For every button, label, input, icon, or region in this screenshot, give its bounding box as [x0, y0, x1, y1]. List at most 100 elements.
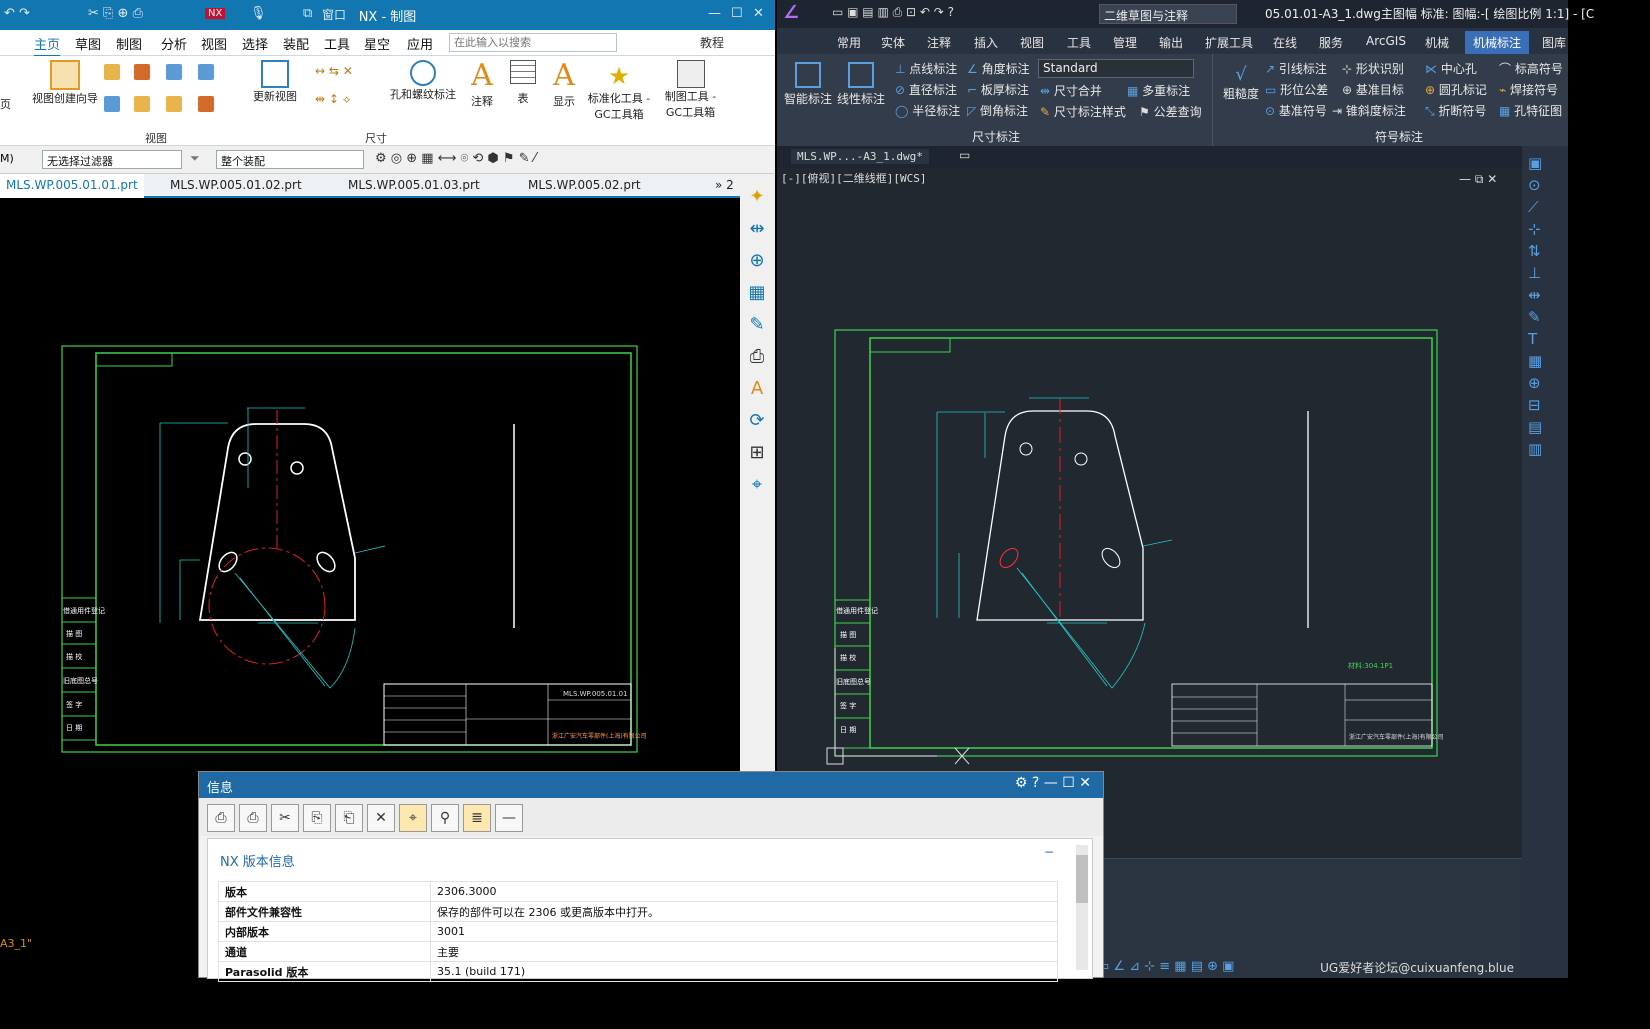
dimension-tools-grid[interactable]: ↔ ⇆ ✕ ⇹ ↕ ⟡: [315, 64, 385, 120]
print-icon[interactable]: ⎙: [239, 804, 267, 832]
copy-icon[interactable]: ⎘: [303, 804, 331, 832]
tab-drafting[interactable]: 制图: [116, 34, 142, 53]
delete-icon[interactable]: ✕: [367, 804, 395, 832]
collapse-icon[interactable]: —: [495, 804, 523, 832]
assembly-scope-select[interactable]: 整个装配: [216, 150, 364, 169]
maximize-icon[interactable]: ☐: [731, 6, 743, 21]
dim-style-select[interactable]: Standard: [1038, 59, 1194, 78]
tab-select[interactable]: 选择: [242, 34, 268, 53]
section-collapse-icon[interactable]: −: [1044, 845, 1054, 859]
shape-recog-button[interactable]: ⊹ 形状识别: [1342, 60, 1404, 77]
smart-dim-button[interactable]: 智能标注: [783, 62, 833, 107]
zw-tab-annotate[interactable]: 注释: [927, 34, 951, 51]
angle-dim-button[interactable]: ∠ 角度标注: [967, 60, 1030, 77]
zw-tab-arcgis[interactable]: ArcGIS: [1366, 34, 1406, 48]
datum-target-button[interactable]: ⊕ 基准目标: [1342, 81, 1404, 98]
annotation-button[interactable]: A 注释: [465, 58, 499, 109]
file-tab-01-02[interactable]: MLS.WP.005.01.02.prt: [170, 178, 302, 192]
save-icon[interactable]: ⎙: [207, 804, 235, 832]
edit-icon[interactable]: ✎: [745, 314, 769, 338]
scrollbar[interactable]: [1076, 845, 1088, 970]
point-dim-button[interactable]: ⊥ 点线标注: [895, 60, 957, 77]
zw-tab-mech-dim[interactable]: 机械标注: [1465, 31, 1530, 54]
snap-icon[interactable]: ⌖: [745, 474, 769, 498]
update-view-button[interactable]: 更新视图: [250, 60, 300, 104]
tab-apps[interactable]: 应用: [407, 34, 433, 53]
assistant-icon[interactable]: ✦: [745, 186, 769, 210]
zw-tab-extend[interactable]: 扩展工具: [1205, 34, 1253, 51]
zw-drawing-canvas[interactable]: [-][俯视][二维线框][WCS] — ⧉ ✕ 借通用件登记描 图描 校旧底图…: [777, 168, 1522, 858]
display-button[interactable]: A 显示: [547, 58, 581, 109]
dim-style-button[interactable]: ✎ 尺寸标注样式: [1040, 103, 1126, 120]
multi-dim-button[interactable]: ▦ 多重标注: [1127, 82, 1190, 99]
break-symbol-button[interactable]: ⤡ 折断符号: [1425, 102, 1486, 119]
more-tabs-button[interactable]: » 2: [715, 178, 734, 192]
text-edit-icon[interactable]: A: [745, 378, 769, 402]
zw-tab-solid[interactable]: 实体: [881, 34, 905, 51]
dimension-icon[interactable]: ⇹: [745, 218, 769, 242]
find-icon[interactable]: ⚲: [431, 804, 459, 832]
dialog-controls-icons[interactable]: ⚙ ? — ☐ ✕: [1015, 775, 1091, 791]
zw-tab-tools[interactable]: 工具: [1067, 34, 1091, 51]
roughness-button[interactable]: √ 粗糙度: [1221, 64, 1261, 102]
hole-feature-button[interactable]: ▦ 孔特征图: [1499, 102, 1562, 119]
status-bar-icons[interactable]: ▭ ∠ ⊿ ⊹ ≡ ▦ ▤ ⊕ ▣: [1097, 959, 1234, 974]
table-button[interactable]: 表: [506, 60, 540, 106]
tab-tools[interactable]: 工具: [324, 34, 350, 53]
zw-side-tool-icons[interactable]: ▣ ⊙ ⟋ ⊹ ⇅ ⊥ ⇹ ✎ T ▦ ⊕ ⊟ ▤ ▥: [1528, 152, 1546, 460]
center-hole-button[interactable]: ⋉ 中心孔: [1425, 60, 1477, 77]
zw-tab-view[interactable]: 视图: [1020, 34, 1044, 51]
tolerance-query-button[interactable]: ⚑ 公差查询: [1139, 103, 1202, 120]
taper-button[interactable]: ⇥ 锥斜度标注: [1332, 102, 1406, 119]
sheet-dim-button[interactable]: ⌐ 板厚标注: [967, 81, 1029, 98]
zw-tab-service[interactable]: 服务: [1319, 34, 1343, 51]
tab-assembly[interactable]: 装配: [283, 34, 309, 53]
cut-icon[interactable]: ✂: [271, 804, 299, 832]
weld-button[interactable]: ⌁ 焊接符号: [1499, 81, 1558, 98]
filter-tools-icons[interactable]: ⚙ ◎ ⊕ ▦ ⟷ ⌾ ⟲ ⬢ ⚑ ✎ ⁄: [375, 151, 536, 166]
zw-doc-tab[interactable]: MLS.WP...-A3_1.dwg*: [791, 149, 929, 164]
file-tab-01-01[interactable]: MLS.WP.005.01.01.prt: [0, 174, 144, 198]
chamfer-dim-button[interactable]: ◸ 倒角标注: [967, 102, 1028, 119]
paste-icon[interactable]: ⎗: [335, 804, 363, 832]
hole-thread-button[interactable]: 孔和螺纹标注: [388, 60, 458, 102]
zw-tab-manage[interactable]: 管理: [1113, 34, 1137, 51]
selection-filter-select[interactable]: 无选择过滤器: [42, 150, 182, 169]
leader-button[interactable]: ↗ 引线标注: [1265, 60, 1327, 77]
radius-dim-button[interactable]: ◯ 半径标注: [895, 102, 960, 119]
linear-dim-button[interactable]: 线性标注: [835, 62, 887, 107]
form-tol-button[interactable]: ▭ 形位公差: [1265, 81, 1328, 98]
minimize-icon[interactable]: —: [708, 6, 721, 21]
elevation-button[interactable]: ⌒ 标高符号: [1499, 60, 1563, 77]
file-tab-02[interactable]: MLS.WP.005.02.prt: [528, 178, 641, 192]
hole-mark-button[interactable]: ⊕ 圆孔标记: [1425, 81, 1487, 98]
search-input[interactable]: [449, 33, 617, 52]
tab-sketch[interactable]: 草图: [75, 34, 101, 53]
view-wizard-button[interactable]: 视图创建向导: [30, 60, 100, 106]
tab-analysis[interactable]: 分析: [161, 34, 187, 53]
tab-xingkong[interactable]: 星空: [364, 34, 390, 53]
zw-tab-mech[interactable]: 机械: [1425, 34, 1449, 51]
file-tab-01-03[interactable]: MLS.WP.005.01.03.prt: [348, 178, 480, 192]
std-tools-button[interactable]: ★ 标准化工具 - GC工具箱: [584, 62, 654, 122]
wrap-icon[interactable]: ≣: [463, 804, 491, 832]
locate-icon[interactable]: ⌖: [399, 804, 427, 832]
close-icon[interactable]: ✕: [753, 6, 764, 21]
filter-funnel-icon[interactable]: ⏷: [190, 151, 200, 166]
add-window-icon[interactable]: ⊞: [745, 442, 769, 466]
zw-tab-insert[interactable]: 插入: [974, 34, 998, 51]
workspace-select[interactable]: 二维草图与注释: [1099, 4, 1237, 24]
view-tools-grid[interactable]: [104, 64, 234, 120]
table-edit-icon[interactable]: ▦: [745, 282, 769, 306]
print-icon[interactable]: ⎙: [745, 346, 769, 370]
diameter-dim-button[interactable]: ⊘ 直径标注: [895, 81, 957, 98]
view-add-icon[interactable]: ⊕: [745, 250, 769, 274]
merge-dim-button[interactable]: ⇹ 尺寸合并: [1040, 82, 1102, 99]
datum-symbol-button[interactable]: ⊙ 基准符号: [1265, 102, 1327, 119]
zw-quick-access-icons[interactable]: ▭ ▣ ▤ ▥ ⎙ ⊡ ↶ ↷ ?: [832, 5, 954, 20]
new-tab-icon[interactable]: ▭: [959, 148, 970, 162]
drafting-tools-button[interactable]: 制图工具 - GC工具箱: [658, 60, 723, 120]
nx-drawing-canvas[interactable]: 借通用件登记描 图描 校旧底图总号签 字日 期 浙江广安汽车零部件(上海)有限公…: [0, 198, 740, 778]
zw-tab-common[interactable]: 常用: [837, 34, 861, 51]
refresh-view-icon[interactable]: ⟳: [745, 410, 769, 434]
